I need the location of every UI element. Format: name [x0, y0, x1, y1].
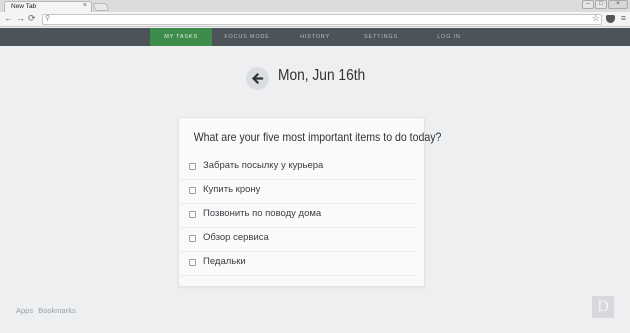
menu-icon[interactable]: ≡: [621, 13, 626, 24]
tab-history[interactable]: HISTORY: [284, 28, 346, 46]
task-label: Обзор сервиса: [203, 232, 269, 243]
task-checkbox[interactable]: [189, 211, 196, 218]
star-icon[interactable]: ☆: [592, 13, 600, 24]
tab-my-tasks[interactable]: MY TASKS: [150, 28, 212, 46]
footer-links: Apps Bookmarks: [16, 306, 79, 315]
maximize-button[interactable]: □: [595, 0, 607, 9]
app-nav: MY TASKS FOCUS MODE HISTORY SETTINGS LOG…: [0, 28, 630, 46]
tab-title: New Tab: [11, 3, 37, 10]
task-checkbox[interactable]: [189, 163, 196, 170]
toolbar-icons: ☆ ≡: [592, 13, 626, 24]
back-arrow-icon[interactable]: ←: [4, 13, 13, 23]
new-tab-button[interactable]: [92, 3, 110, 11]
tab-close-icon[interactable]: ×: [83, 2, 87, 9]
task-item[interactable]: Педальки: [179, 252, 414, 276]
card-question: What are your five most important items …: [193, 130, 442, 144]
task-item[interactable]: Забрать посылку у курьера: [179, 156, 414, 180]
task-label: Купить крону: [203, 184, 261, 195]
address-bar[interactable]: ⚲: [42, 14, 602, 25]
tasks-card: What are your five most important items …: [178, 117, 442, 287]
reload-icon[interactable]: ⟳: [28, 13, 36, 24]
task-checkbox[interactable]: [189, 259, 196, 266]
task-label: Забрать посылку у курьера: [203, 160, 324, 171]
pocket-icon[interactable]: [605, 15, 615, 23]
tab-log-in[interactable]: LOG IN: [418, 28, 480, 46]
browser-toolbar: ← → ⟳ ⚲ ☆ ≡: [0, 12, 630, 27]
task-item[interactable]: Позвонить по поводу дома: [179, 204, 414, 228]
tab-focus-mode[interactable]: FOCUS MODE: [216, 28, 278, 46]
task-checkbox[interactable]: [189, 235, 196, 242]
task-item[interactable]: Купить крону: [179, 180, 414, 204]
page-title: Mon, Jun 16th: [278, 67, 366, 84]
search-icon: ⚲: [45, 15, 51, 22]
task-label: Педальки: [203, 256, 246, 267]
task-checkbox[interactable]: [189, 187, 196, 194]
task-label: Позвонить по поводу дома: [203, 208, 322, 219]
window-controls: – □ ×: [582, 0, 628, 9]
task-list: Забрать посылку у курьера Купить крону П…: [179, 156, 424, 276]
task-item[interactable]: Обзор сервиса: [179, 228, 414, 252]
browser-tab[interactable]: New Tab ×: [4, 1, 92, 12]
app-logo[interactable]: D: [592, 296, 614, 318]
arrow-left-icon: [251, 72, 264, 85]
previous-day-button[interactable]: [246, 67, 269, 90]
close-window-button[interactable]: ×: [608, 0, 628, 9]
forward-arrow-icon[interactable]: →: [16, 13, 25, 23]
bookmarks-link[interactable]: Bookmarks: [38, 306, 76, 315]
minimize-button[interactable]: –: [582, 0, 594, 9]
apps-link[interactable]: Apps: [16, 306, 33, 315]
browser-titlebar: New Tab × – □ ×: [0, 0, 630, 12]
tab-settings[interactable]: SETTINGS: [350, 28, 412, 46]
